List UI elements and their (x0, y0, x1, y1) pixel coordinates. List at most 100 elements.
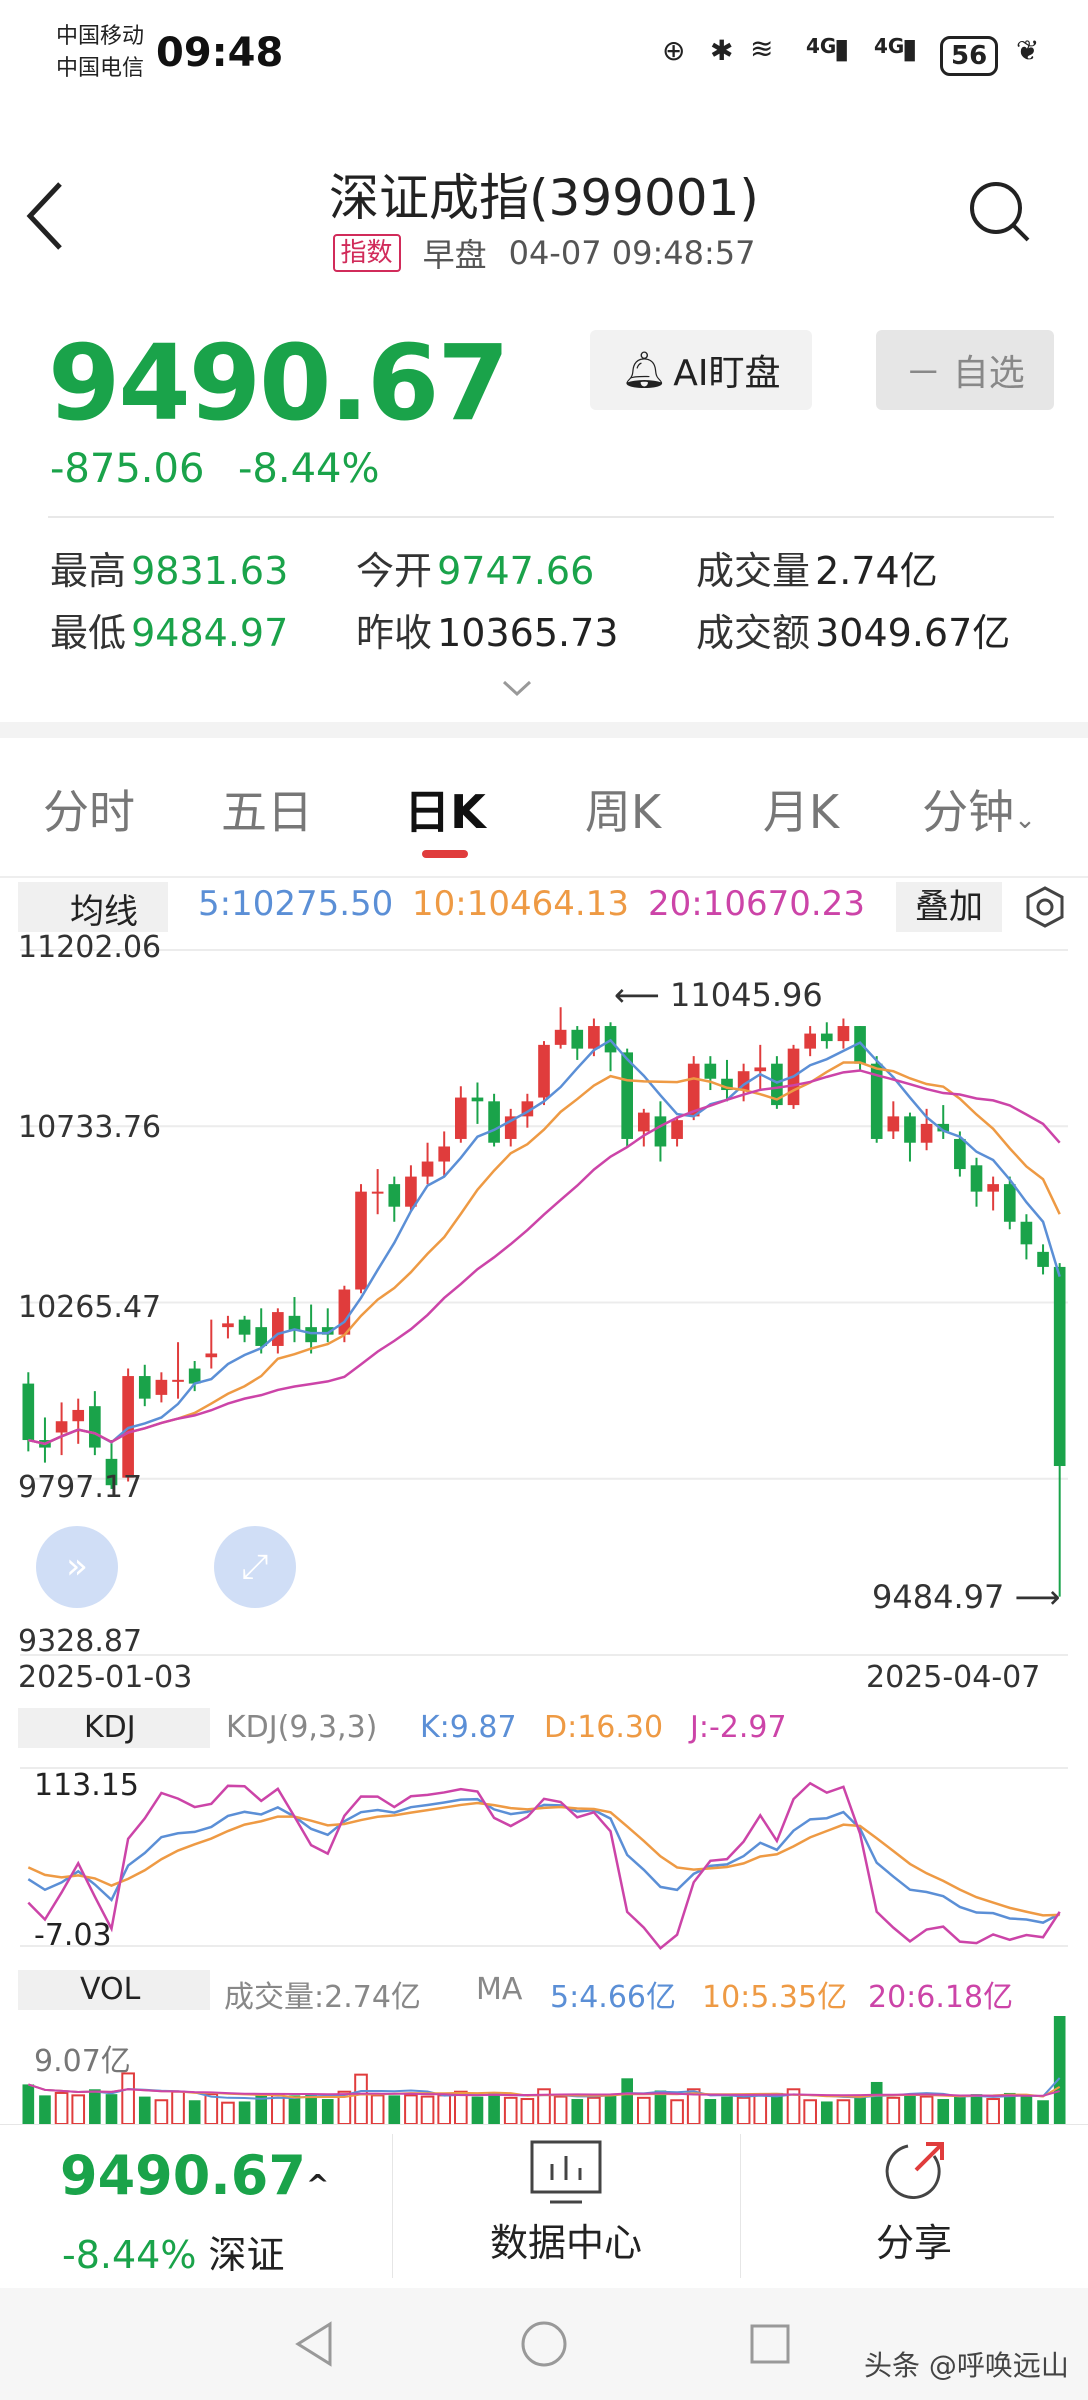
high-marker: ⟵ 11045.96 (614, 976, 823, 1014)
candle-body (338, 1289, 351, 1335)
kdj-chart[interactable] (0, 1750, 1088, 1960)
volume-bar (1020, 2095, 1033, 2124)
volume-bar (870, 2081, 883, 2124)
candle-body (455, 1097, 467, 1139)
data-center-button[interactable]: 数据中心 (474, 2136, 658, 2266)
candle-body (138, 1376, 151, 1399)
volume-bar (587, 2096, 601, 2124)
volume-bar (1037, 2100, 1049, 2124)
volume-chart[interactable] (0, 2012, 1088, 2124)
y-label-1: 11202.06 (18, 930, 162, 965)
ai-watch-button[interactable]: 🔔︎ AI盯盘 (590, 330, 812, 410)
candle-body (704, 1063, 717, 1079)
page-title: 深证成指(399001) (329, 169, 759, 227)
candle-body (421, 1161, 434, 1177)
volume-bar (886, 2096, 901, 2124)
volume-bar (954, 2095, 966, 2124)
fast-forward-button[interactable]: » (36, 1526, 118, 1608)
nav-home-button[interactable] (518, 2318, 570, 2370)
candle-body (687, 1063, 700, 1117)
tab-weekly-k[interactable]: 周K (534, 776, 712, 842)
volume-bar (420, 2095, 435, 2124)
remove-favorite-button[interactable]: － 自选 (876, 330, 1054, 410)
volume-bar (54, 2091, 69, 2124)
y-label-4: 9797.17 (18, 1470, 143, 1505)
ma-label: 均线 (70, 892, 138, 932)
carrier-2: 中国电信 (56, 56, 145, 81)
share-label: 分享 (875, 2221, 952, 2265)
volume-bar (454, 2090, 468, 2124)
volume-bar (437, 2094, 452, 2124)
volume-bar (154, 2099, 169, 2124)
bell-icon: 🔔︎ (621, 350, 668, 391)
candle-body (1053, 1266, 1066, 1467)
kdj-j: J:-2.97 (690, 1710, 787, 1745)
volume-bar (704, 2099, 717, 2124)
volume-bar (121, 2072, 135, 2124)
date-start: 2025-01-03 (18, 1660, 193, 1695)
bottom-price[interactable]: 9490.67^ (60, 2144, 329, 2207)
triangle-back-icon (295, 2321, 332, 2367)
candle-body (970, 1165, 983, 1192)
expand-icon: ⤢ (241, 1547, 269, 1587)
stat-prev-close: 昨收 10365.73 (356, 611, 619, 655)
session-label: 早盘 (422, 236, 487, 274)
search-icon (970, 182, 1030, 242)
candle-body (754, 1067, 767, 1072)
volume-bar (621, 2078, 633, 2124)
ai-watch-label: AI盯盘 (673, 353, 781, 394)
volume-bar (986, 2098, 1000, 2124)
kdj-label: KDJ (84, 1710, 136, 1745)
candle-body (571, 1029, 584, 1049)
hd-icon: ⊕ (662, 34, 686, 67)
overlay-button[interactable]: 叠加 (896, 882, 1002, 932)
chevron-down-icon (502, 680, 532, 697)
candle-body (904, 1116, 916, 1143)
volume-bar (571, 2099, 584, 2124)
y-label-2: 10733.76 (18, 1110, 162, 1145)
volume-bar (171, 2090, 185, 2124)
share-button[interactable]: 分享 (840, 2136, 988, 2266)
hexagon-settings-icon (1026, 886, 1064, 928)
data-center-label: 数据中心 (489, 2221, 642, 2265)
signal-2-icon: ▮ (902, 32, 918, 65)
kline-chart[interactable] (0, 930, 1088, 1690)
volume-bar (736, 2096, 751, 2124)
tabs-divider (0, 876, 1088, 878)
candle-body (654, 1116, 667, 1147)
tab-five-day[interactable]: 五日 (178, 776, 356, 842)
tab-minute[interactable]: 分钟⌄ (890, 776, 1068, 842)
volume-bar (321, 2099, 334, 2124)
tab-daily-k[interactable]: 日K (356, 776, 534, 842)
signal-2-label: 4G (874, 34, 905, 58)
candle-body (89, 1406, 101, 1448)
expand-stats-button[interactable] (500, 676, 534, 700)
volume-bar (89, 2089, 101, 2124)
tab-intraday[interactable]: 分时 (0, 776, 178, 842)
candle-body (272, 1312, 284, 1346)
leaf-icon: ❦ (1016, 34, 1040, 67)
settings-button[interactable] (1022, 884, 1068, 930)
low-marker: 9484.97 ⟶ (872, 1578, 1061, 1616)
candle-body (837, 1026, 850, 1042)
candle-body (920, 1123, 933, 1143)
fullscreen-button[interactable]: ⤢ (214, 1526, 296, 1608)
candle-body (554, 1029, 567, 1045)
volume-bar (771, 2092, 783, 2124)
section-separator (0, 722, 1088, 738)
carrier-1: 中国移动 (56, 24, 145, 49)
search-button[interactable] (966, 178, 1032, 244)
ma5-line (28, 1038, 1061, 1446)
ma5-value: 5:10275.50 (198, 884, 394, 924)
candle-body (804, 1033, 816, 1049)
nav-back-button[interactable] (290, 2318, 338, 2370)
tab-monthly-k[interactable]: 月K (712, 776, 890, 842)
candle-body (1003, 1184, 1016, 1222)
volume-bar (354, 2073, 368, 2124)
nav-recents-button[interactable] (746, 2318, 794, 2370)
kdj-y-bottom: -7.03 (34, 1918, 112, 1953)
vol-label: VOL (80, 1972, 141, 2007)
candle-body (222, 1323, 234, 1328)
active-tab-indicator (422, 850, 468, 858)
volume-bar (721, 2096, 733, 2124)
